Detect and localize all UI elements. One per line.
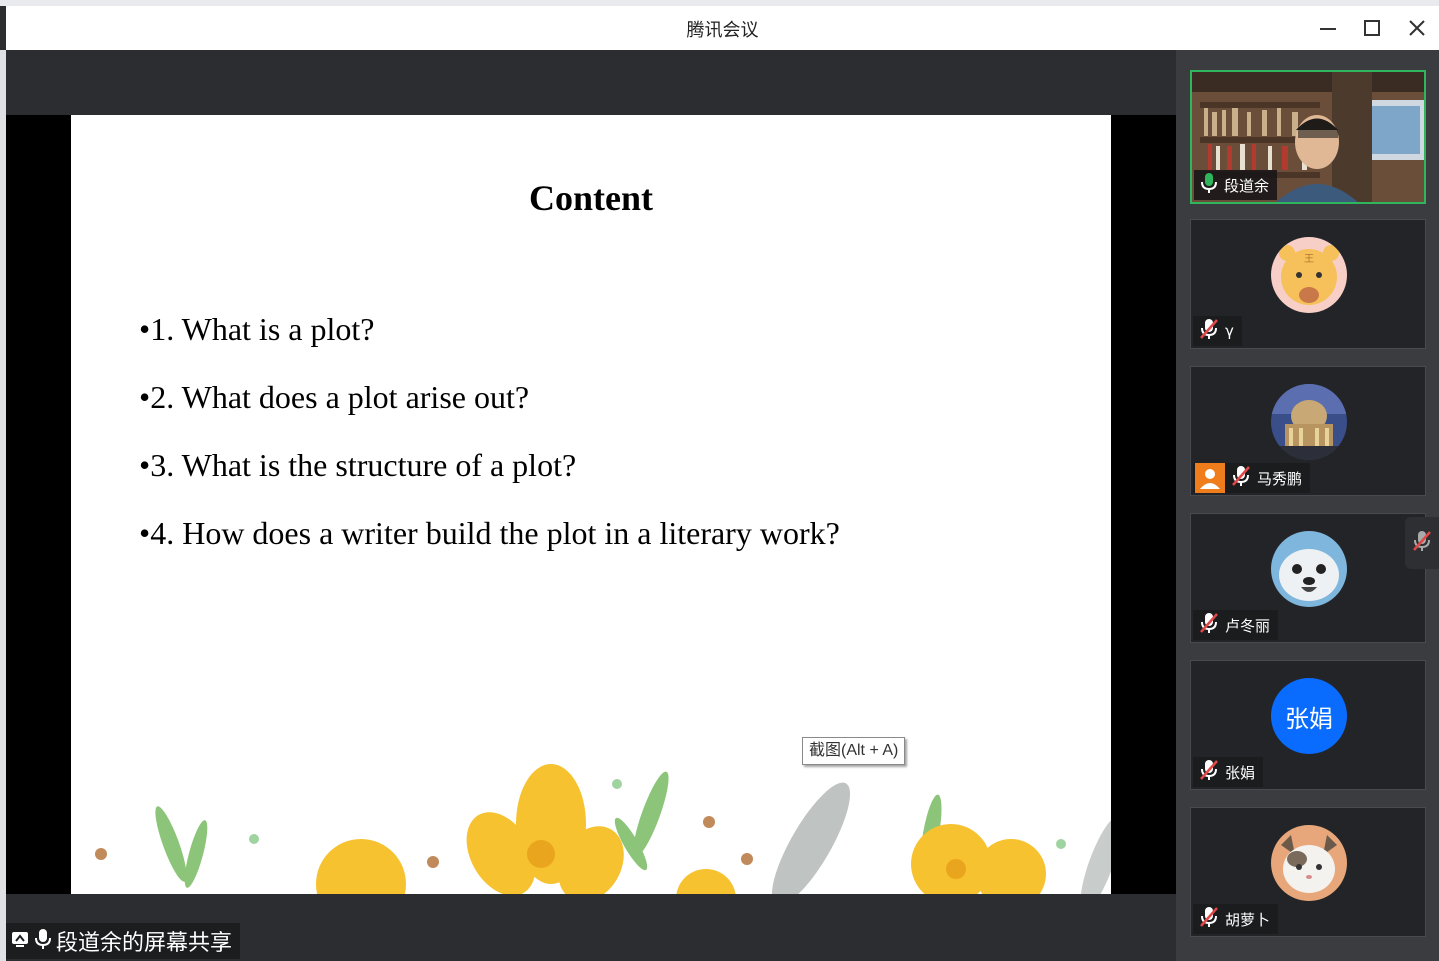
participant-nametag: 段道余 bbox=[1194, 170, 1278, 200]
participant-nametag: γ bbox=[1193, 316, 1242, 346]
participant-tile[interactable]: 王 γ bbox=[1190, 219, 1426, 349]
screen-share-badge: 段道余的屏幕共享 bbox=[6, 923, 241, 959]
host-badge-icon bbox=[1195, 463, 1225, 493]
mic-muted-icon bbox=[1199, 612, 1219, 638]
participant-tile[interactable]: 胡萝卜 bbox=[1190, 807, 1426, 937]
screenshot-tooltip: 截图(Alt + A) bbox=[802, 737, 906, 765]
slide-bullet: •4. How does a writer build the plot in … bbox=[139, 515, 840, 551]
participant-nametag: 卢冬丽 bbox=[1193, 610, 1279, 640]
participant-name: 段道余 bbox=[1224, 176, 1270, 195]
window-titlebar: 腾讯会议 bbox=[6, 6, 1439, 50]
participant-name: 卢冬丽 bbox=[1225, 616, 1271, 635]
mic-muted-icon bbox=[1199, 759, 1219, 785]
window-title: 腾讯会议 bbox=[686, 20, 759, 41]
participant-name: 胡萝卜 bbox=[1225, 910, 1271, 929]
mic-muted-icon bbox=[1231, 465, 1251, 491]
participant-nametag: 马秀鹏 bbox=[1193, 463, 1311, 493]
slide-bullet: •2. What does a plot arise out? bbox=[139, 379, 530, 415]
avatar bbox=[1271, 384, 1347, 460]
participant-nametag: 张娟 bbox=[1193, 757, 1264, 787]
avatar: 张娟 bbox=[1271, 678, 1347, 754]
close-icon[interactable] bbox=[1403, 14, 1431, 42]
slide-bullet: •1. What is a plot? bbox=[139, 311, 375, 347]
participant-tile[interactable]: 马秀鹏 bbox=[1190, 366, 1426, 496]
avatar: 王 bbox=[1271, 237, 1347, 313]
flower-decoration bbox=[95, 764, 1111, 894]
share-label: 段道余的屏幕共享 bbox=[56, 931, 233, 956]
mic-muted-icon bbox=[1412, 530, 1432, 556]
svg-text:王: 王 bbox=[1304, 254, 1314, 265]
participant-tile[interactable]: 段道余 bbox=[1190, 70, 1426, 204]
screen-share-icon bbox=[10, 929, 30, 953]
participant-tile[interactable]: 张娟 张娟 bbox=[1190, 660, 1426, 790]
participant-name: 张娟 bbox=[1225, 763, 1256, 782]
mic-muted-icon bbox=[1199, 318, 1219, 344]
slide-title: Content bbox=[529, 178, 653, 218]
avatar-text: 张娟 bbox=[1285, 704, 1333, 733]
side-mute-toggle[interactable] bbox=[1405, 517, 1439, 569]
maximize-icon[interactable] bbox=[1358, 14, 1386, 42]
mic-on-icon bbox=[1200, 172, 1218, 198]
avatar bbox=[1271, 531, 1347, 607]
participant-nametag: 胡萝卜 bbox=[1193, 904, 1279, 934]
slide-bullet: •3. What is the structure of a plot? bbox=[139, 447, 577, 483]
avatar bbox=[1271, 825, 1347, 901]
presentation-slide: Content •1. What is a plot? •2. What doe… bbox=[71, 115, 1111, 894]
mic-muted-icon bbox=[1199, 906, 1219, 932]
minimize-icon[interactable] bbox=[1314, 14, 1342, 42]
participant-name: γ bbox=[1225, 322, 1234, 340]
mic-icon bbox=[34, 928, 52, 954]
participant-tile[interactable]: 卢冬丽 bbox=[1190, 513, 1426, 643]
participant-name: 马秀鹏 bbox=[1257, 469, 1303, 488]
